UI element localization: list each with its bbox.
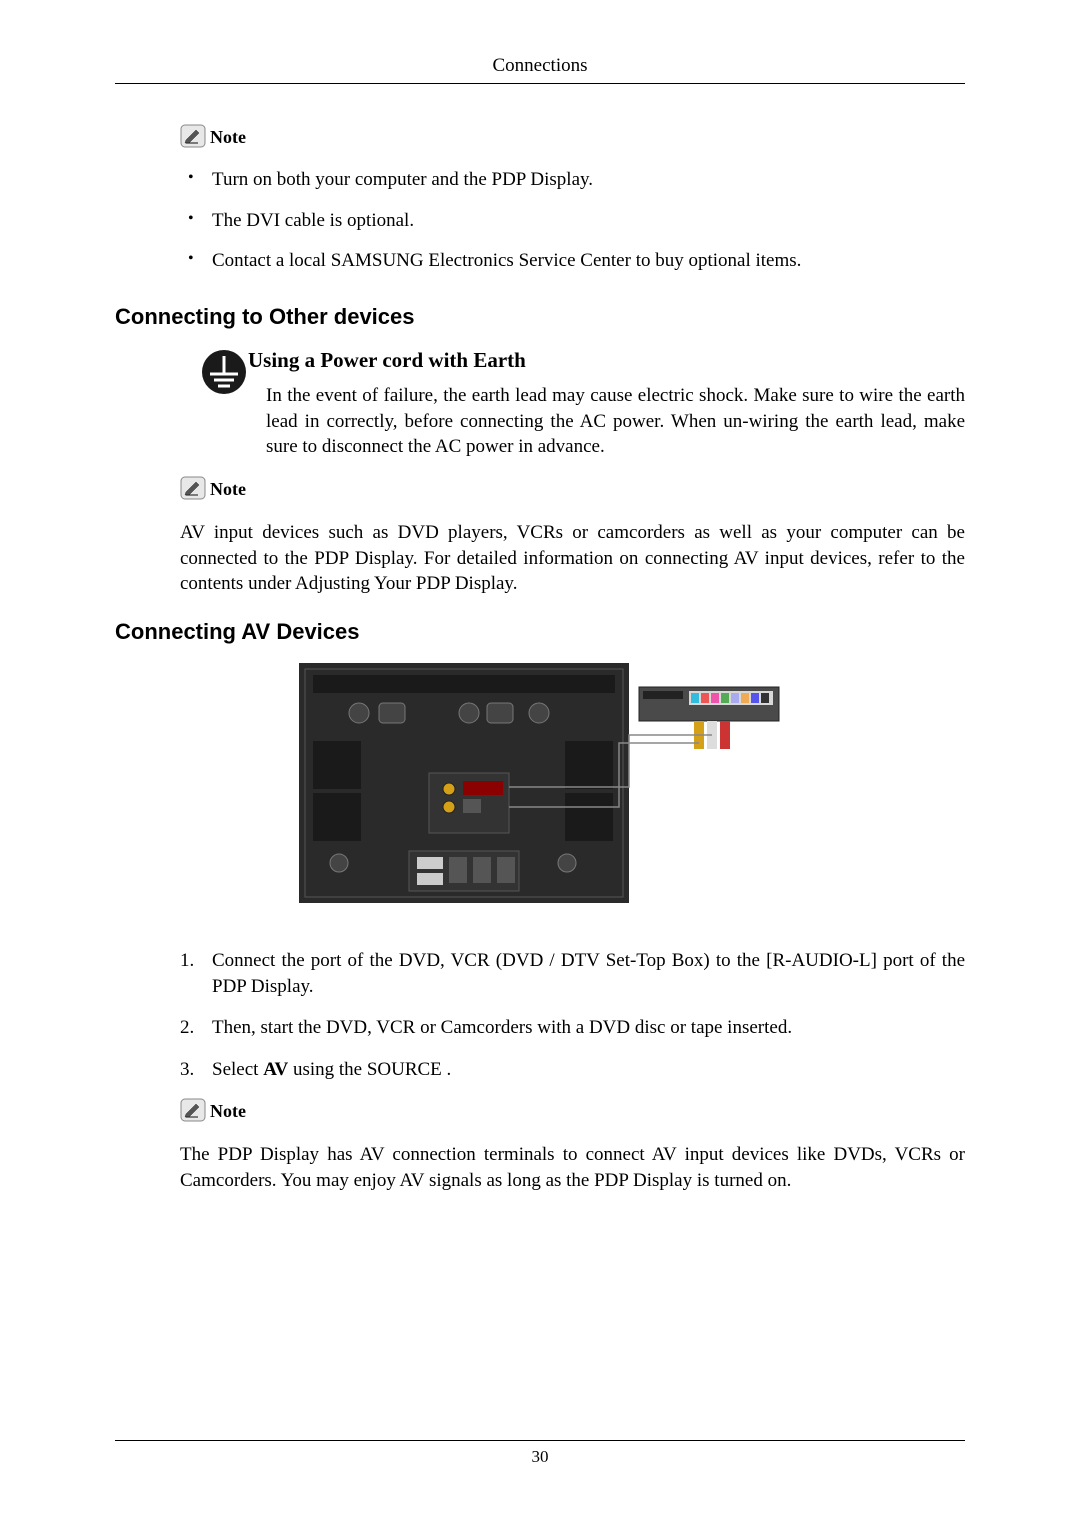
- note-text: Note: [210, 127, 246, 148]
- av-note-body: AV input devices such as DVD players, VC…: [180, 520, 965, 597]
- section-heading-av-devices: Connecting AV Devices: [115, 619, 965, 645]
- note-label: Note: [180, 124, 965, 148]
- earth-body: In the event of failure, the earth lead …: [266, 383, 965, 460]
- steps-list: 1. Connect the port of the DVD, VCR (DVD…: [180, 948, 965, 1083]
- bullet-list-1: Turn on both your computer and the PDP D…: [180, 168, 965, 274]
- page-number: 30: [532, 1447, 549, 1466]
- step-text: Connect the port of the DVD, VCR (DVD / …: [212, 950, 965, 997]
- note-label: Note: [180, 476, 965, 500]
- list-item: The DVI cable is optional.: [180, 209, 965, 234]
- note-pencil-icon: [180, 1098, 206, 1122]
- step-text-post: using the SOURCE .: [288, 1059, 451, 1080]
- section-heading-other-devices: Connecting to Other devices: [115, 304, 965, 330]
- page-footer: 30: [115, 1440, 965, 1467]
- step-text: Then, start the DVD, VCR or Camcorders w…: [212, 1017, 792, 1038]
- step-text-bold: AV: [263, 1059, 288, 1080]
- step-text-pre: Select: [212, 1059, 263, 1080]
- earth-heading: Using a Power cord with Earth: [248, 348, 965, 373]
- list-item: 2. Then, start the DVD, VCR or Camcorder…: [180, 1015, 965, 1041]
- note-label: Note: [180, 1098, 965, 1122]
- list-item: Turn on both your computer and the PDP D…: [180, 168, 965, 193]
- note-pencil-icon: [180, 476, 206, 500]
- page-header: Connections: [115, 55, 965, 84]
- note-text: Note: [210, 1101, 246, 1122]
- list-item: 3. Select AV using the SOURCE .: [180, 1057, 965, 1083]
- final-body: The PDP Display has AV connection termin…: [180, 1142, 965, 1193]
- list-item: Contact a local SAMSUNG Electronics Serv…: [180, 249, 965, 274]
- ground-earth-icon: [200, 348, 248, 396]
- av-connection-diagram: [299, 663, 781, 908]
- note-text: Note: [210, 479, 246, 500]
- note-pencil-icon: [180, 124, 206, 148]
- list-item: 1. Connect the port of the DVD, VCR (DVD…: [180, 948, 965, 999]
